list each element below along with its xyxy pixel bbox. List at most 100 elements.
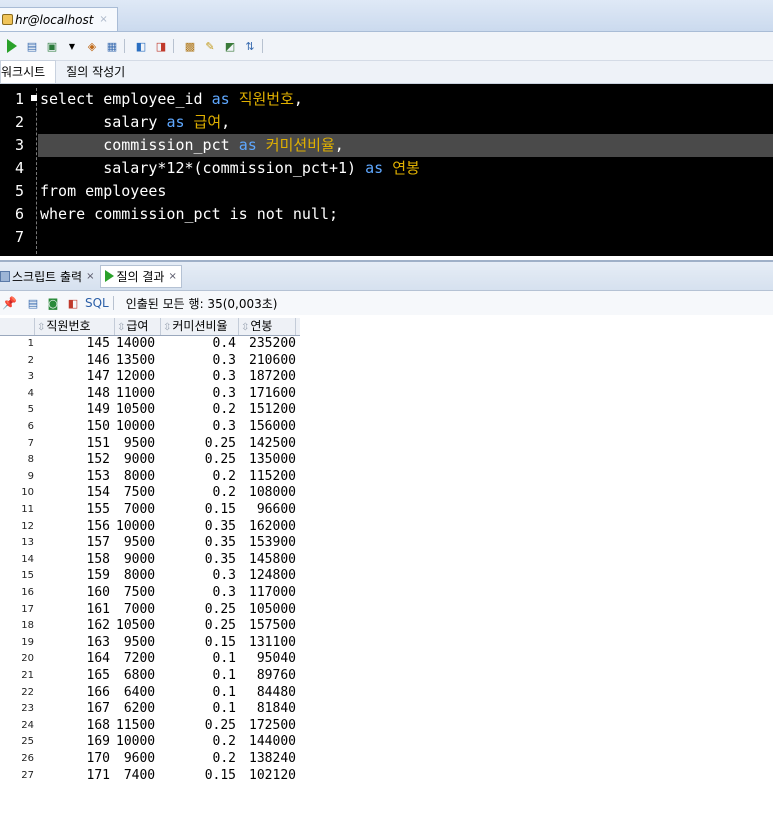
table-row[interactable]: 3 147 12000 0.3 187200 <box>0 369 300 385</box>
rollback-button[interactable]: ◨ <box>153 38 169 54</box>
table-row[interactable]: 22 166 6400 0.1 84480 <box>0 685 300 701</box>
close-tab-icon[interactable]: × <box>99 14 107 25</box>
commission-cell: 0.35 <box>204 551 236 567</box>
table-row[interactable]: 14 158 9000 0.35 145800 <box>0 552 300 568</box>
fold-marker-icon[interactable] <box>31 95 37 101</box>
tab-worksheet[interactable]: 워크시트 <box>0 60 57 83</box>
employee-id-cell: 158 <box>86 551 110 567</box>
code-line[interactable]: select employee_id as 직원번호, <box>40 88 303 111</box>
commission-cell: 0.15 <box>204 767 236 783</box>
tab-script-output[interactable]: 스크립트 출력 × <box>0 268 94 285</box>
table-row[interactable]: 23 167 6200 0.1 81840 <box>0 701 300 717</box>
code-line[interactable]: commission_pct as 커미션비율, <box>38 134 773 157</box>
code-line[interactable]: from employees <box>40 180 166 203</box>
print-button[interactable]: ▤ <box>25 295 41 311</box>
table-row[interactable]: 4 148 11000 0.3 171600 <box>0 386 300 402</box>
salary-cell: 9500 <box>116 435 156 451</box>
sort-icon: ⇳ <box>117 322 126 333</box>
table-row[interactable]: 20 164 7200 0.1 95040 <box>0 651 300 667</box>
table-row[interactable]: 19 163 9500 0.15 131100 <box>0 635 300 651</box>
table-row[interactable]: 15 159 8000 0.3 124800 <box>0 568 300 584</box>
table-row[interactable]: 16 160 7500 0.3 117000 <box>0 585 300 601</box>
salary-cell: 7500 <box>116 585 156 600</box>
table-row[interactable]: 1 145 14000 0.4 235200 <box>0 336 300 352</box>
table-row[interactable]: 24 168 11500 0.25 172500 <box>0 718 300 734</box>
code-token: salary*12*(commission_pct+1) <box>40 159 366 177</box>
column-header-label: 커미션비율 <box>172 319 228 333</box>
row-number: 11 <box>21 504 34 515</box>
employee-id-cell: 162 <box>86 618 110 634</box>
line-number: 1 <box>14 90 24 108</box>
table-row[interactable]: 2 146 13500 0.3 210600 <box>0 353 300 369</box>
employee-id-cell: 157 <box>86 535 110 551</box>
table-row[interactable]: 21 165 6800 0.1 89760 <box>0 668 300 684</box>
salary-cell: 9000 <box>116 452 156 468</box>
code-token: from employees <box>40 182 167 200</box>
employee-id-cell: 154 <box>86 485 110 501</box>
table-row[interactable]: 11 155 7000 0.15 96600 <box>0 502 300 518</box>
sql-link[interactable]: SQL <box>85 296 109 310</box>
sql-tuning-button[interactable]: ▩ <box>182 38 198 54</box>
employee-id-cell: 155 <box>86 502 110 517</box>
table-row[interactable]: 12 156 10000 0.35 162000 <box>0 519 300 535</box>
document-tab[interactable]: hr@localhost × <box>0 7 118 31</box>
table-row[interactable]: 8 152 9000 0.25 135000 <box>0 452 300 468</box>
code-token: , <box>334 136 344 154</box>
commission-cell: 0.1 <box>212 701 236 717</box>
refresh-button[interactable]: ◙ <box>45 295 61 311</box>
tab-query-result[interactable]: 질의 결과 × <box>100 264 182 288</box>
column-header-salary[interactable]: ⇳급여 <box>114 318 160 335</box>
table-row[interactable]: 26 170 9600 0.2 138240 <box>0 751 300 767</box>
close-tab-icon[interactable]: × <box>86 271 94 282</box>
explain-plan-button[interactable]: ◈ <box>84 38 100 54</box>
table-row[interactable]: 5 149 10500 0.2 151200 <box>0 402 300 418</box>
table-row[interactable]: 7 151 9500 0.25 142500 <box>0 436 300 452</box>
employee-id-cell: 148 <box>86 385 110 401</box>
dropdown-chevron-icon[interactable]: ▼ <box>64 38 80 54</box>
toolbar-separator <box>262 39 263 53</box>
annual-salary-cell: 210600 <box>249 352 296 368</box>
code-line[interactable]: salary*12*(commission_pct+1) as 연봉 <box>40 157 420 180</box>
code-line[interactable]: where commission_pct is not null; <box>40 203 338 226</box>
table-row[interactable]: 6 150 10000 0.3 156000 <box>0 419 300 435</box>
row-number: 1 <box>27 338 34 349</box>
script-output-icon <box>0 270 10 282</box>
column-header-annual-salary[interactable]: ⇳연봉 <box>238 318 296 335</box>
format-button[interactable]: ⇅ <box>242 38 258 54</box>
salary-cell: 9600 <box>116 751 156 766</box>
code-line[interactable]: salary as 급여, <box>40 111 230 134</box>
column-header-commission[interactable]: ⇳커미션비율 <box>160 318 238 335</box>
run-statement-button[interactable] <box>4 38 20 54</box>
autotrace-button[interactable]: ▦ <box>104 38 120 54</box>
salary-cell: 11500 <box>116 717 156 733</box>
close-tab-icon[interactable]: × <box>168 271 176 282</box>
sql-history-button[interactable]: ◩ <box>222 38 238 54</box>
commission-cell: 0.4 <box>212 336 236 351</box>
table-row[interactable]: 17 161 7000 0.25 105000 <box>0 602 300 618</box>
code-token: , <box>221 113 231 131</box>
row-number: 19 <box>21 636 34 648</box>
table-row[interactable]: 27 171 7400 0.15 102120 <box>0 768 300 784</box>
commission-cell: 0.2 <box>212 751 236 766</box>
commit-button[interactable]: ▣ <box>44 38 60 54</box>
commission-cell: 0.2 <box>212 734 236 750</box>
row-number: 8 <box>27 454 34 466</box>
code-token: as <box>238 136 266 154</box>
column-header-employee-id[interactable]: ⇳직원번호 <box>34 318 114 335</box>
employee-id-cell: 152 <box>86 452 110 468</box>
table-row[interactable]: 9 153 8000 0.2 115200 <box>0 469 300 485</box>
table-row[interactable]: 25 169 10000 0.2 144000 <box>0 734 300 750</box>
toolbar-separator <box>112 296 114 310</box>
clear-eraser-button[interactable]: ✎ <box>202 38 218 54</box>
table-row[interactable]: 13 157 9500 0.35 153900 <box>0 535 300 551</box>
commission-cell: 0.3 <box>212 385 236 401</box>
run-script-button[interactable]: ▤ <box>24 38 40 54</box>
table-row[interactable]: 10 154 7500 0.2 108000 <box>0 485 300 501</box>
table-row[interactable]: 18 162 10500 0.25 157500 <box>0 618 300 634</box>
commit-icon-button[interactable]: ◧ <box>133 38 149 54</box>
sql-editor[interactable]: 1 2 3 4 5 6 7 select employee_id as 직원번호, sala… <box>0 84 773 256</box>
export-button[interactable]: ◧ <box>65 295 81 311</box>
annual-salary-cell: 187200 <box>249 369 296 385</box>
pin-icon[interactable]: 📌 <box>2 296 17 310</box>
tab-query-builder[interactable]: 질의 작성기 <box>56 61 135 83</box>
